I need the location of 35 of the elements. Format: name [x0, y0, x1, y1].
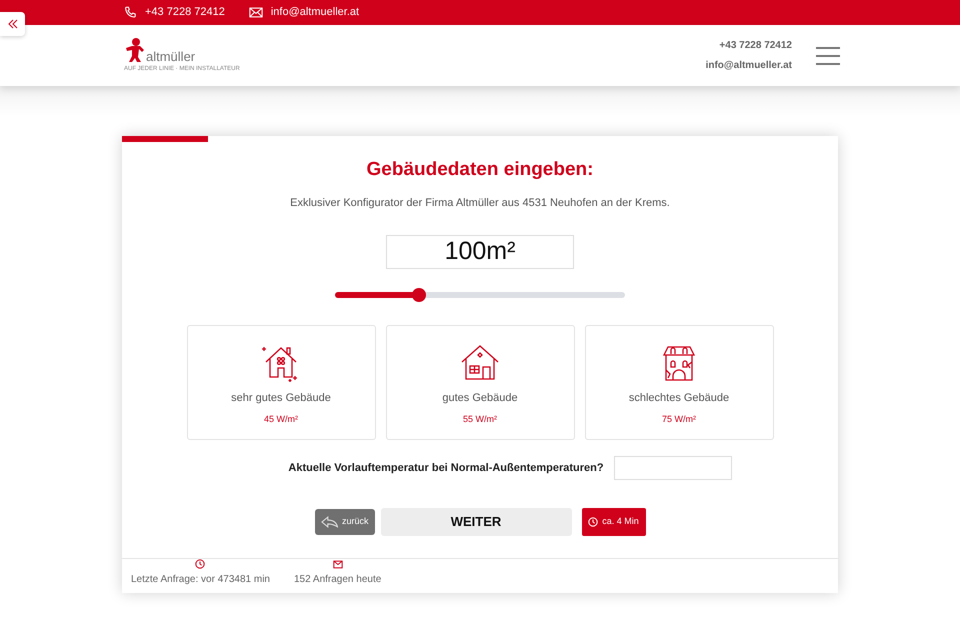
form-title: Gebäudedaten eingeben: [366, 158, 594, 182]
option-label: gutes Gebäude [442, 391, 518, 406]
next-button[interactable]: WEITER [380, 508, 572, 536]
building-option-card[interactable]: schlechtes Gebäude 75 W/m² [584, 325, 774, 440]
envelope-icon [332, 560, 343, 569]
menu-icon[interactable] [816, 46, 840, 64]
logo-figure-icon [124, 37, 146, 64]
envelope-icon [248, 7, 263, 18]
reply-arrow-icon [320, 516, 338, 528]
email-link[interactable]: info@altmueller.at [706, 58, 792, 73]
phone-link[interactable]: +43 7228 72412 [719, 38, 792, 53]
footer-stat: Letzte Anfrage: vor 473481 min [131, 573, 270, 587]
area-value-field[interactable]: 100m² [386, 235, 574, 269]
time-estimate-button[interactable]: ca. 4 Min [582, 508, 646, 536]
option-value: 75 W/m² [662, 412, 696, 426]
option-label: sehr gutes Gebäude [231, 391, 331, 406]
email-link[interactable]: info@altmueller.at [270, 4, 360, 21]
clock-icon [195, 559, 206, 569]
temperature-input[interactable] [614, 456, 732, 480]
slider-handle[interactable] [412, 288, 426, 302]
option-value: 55 W/m² [462, 412, 497, 426]
clock-icon [588, 517, 598, 527]
question-label: Aktuelle Vorlauftemperatur bei Normal-Außentemperaturen? [288, 460, 604, 476]
logo-text: altmüller [146, 50, 196, 64]
form-subtitle: Exklusiver Konfigurator der Firma Altmüller aus 4531 Neuhofen an der Krems. [290, 196, 670, 210]
building-option-card[interactable]: gutes Gebäude 55 W/m² [386, 325, 574, 440]
option-value: 45 W/m² [264, 412, 298, 426]
double-chevron-icon [8, 19, 18, 29]
back-button[interactable]: zurück [314, 509, 374, 535]
footer-stat: 152 Anfragen heute [294, 573, 382, 587]
option-label: schlechtes Gebäude [628, 391, 730, 406]
phone-link[interactable]: +43 7228 72412 [145, 4, 225, 21]
building-option-card[interactable]: sehr gutes Gebäude 45 W/m² [186, 325, 376, 440]
collapse-button[interactable] [0, 12, 25, 36]
phone-icon [124, 6, 137, 19]
